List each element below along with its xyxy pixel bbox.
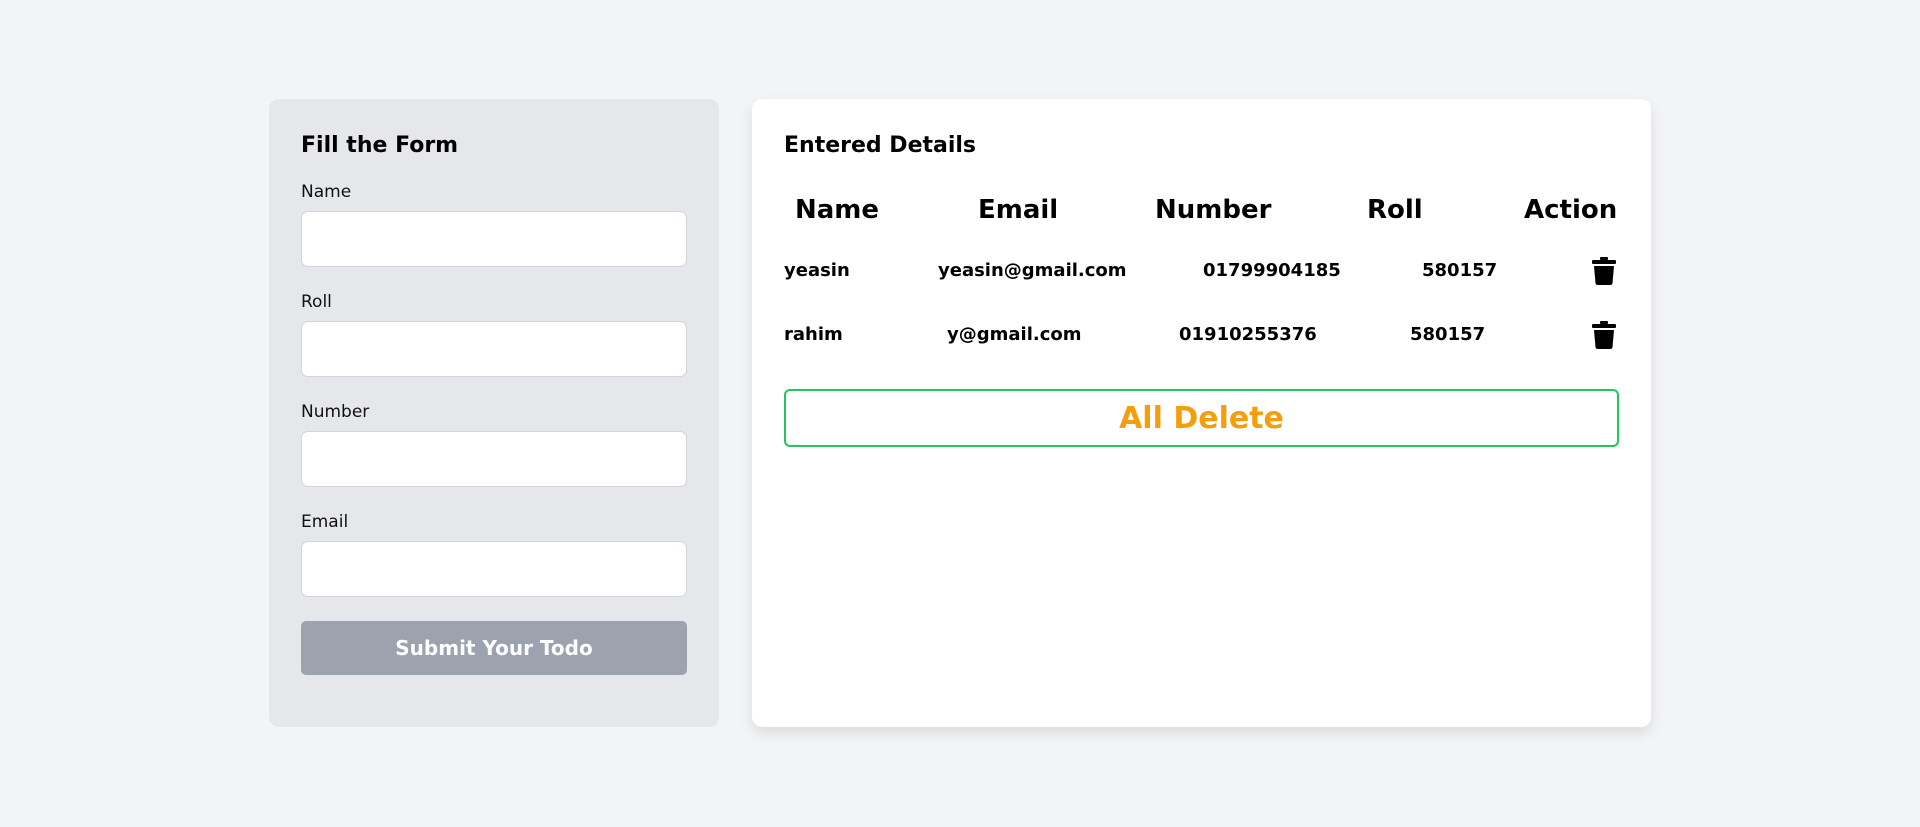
column-header-name: Name bbox=[795, 195, 880, 225]
cell-name: yeasin bbox=[784, 260, 850, 281]
cell-name: rahim bbox=[784, 324, 843, 345]
trash-icon[interactable] bbox=[1592, 257, 1616, 285]
name-input[interactable] bbox=[301, 211, 687, 267]
email-label: Email bbox=[301, 512, 349, 532]
number-field-group: Number bbox=[301, 401, 687, 487]
roll-field-group: Roll bbox=[301, 291, 687, 377]
details-table: Name Email Number Roll Action yeasin yea… bbox=[784, 177, 1619, 367]
number-label: Number bbox=[301, 402, 370, 422]
submit-todo-button[interactable]: Submit Your Todo bbox=[301, 621, 687, 675]
form-card: Fill the Form Name Roll Number Email Sub… bbox=[269, 99, 719, 727]
cell-email: y@gmail.com bbox=[947, 324, 1082, 345]
all-delete-button[interactable]: All Delete bbox=[784, 389, 1619, 447]
roll-input[interactable] bbox=[301, 321, 687, 377]
column-header-email: Email bbox=[978, 195, 1059, 225]
table-row: rahim y@gmail.com 01910255376 580157 bbox=[784, 303, 1619, 367]
cell-email: yeasin@gmail.com bbox=[938, 260, 1127, 281]
cell-roll: 580157 bbox=[1422, 260, 1498, 281]
table-header-row: Name Email Number Roll Action bbox=[784, 177, 1619, 239]
trash-icon[interactable] bbox=[1592, 321, 1616, 349]
column-header-action: Action bbox=[1524, 195, 1618, 225]
name-label: Name bbox=[301, 182, 352, 202]
table-row: yeasin yeasin@gmail.com 01799904185 5801… bbox=[784, 239, 1619, 303]
email-input[interactable] bbox=[301, 541, 687, 597]
name-field-group: Name bbox=[301, 181, 687, 267]
number-input[interactable] bbox=[301, 431, 687, 487]
details-title: Entered Details bbox=[784, 133, 977, 158]
details-card: Entered Details Name Email Number Roll A… bbox=[752, 99, 1651, 727]
email-field-group: Email bbox=[301, 511, 687, 597]
column-header-number: Number bbox=[1155, 195, 1272, 225]
cell-number: 01910255376 bbox=[1179, 324, 1317, 345]
form-title: Fill the Form bbox=[301, 133, 459, 158]
cell-number: 01799904185 bbox=[1203, 260, 1341, 281]
column-header-roll: Roll bbox=[1367, 195, 1423, 225]
roll-label: Roll bbox=[301, 292, 332, 312]
cell-roll: 580157 bbox=[1410, 324, 1486, 345]
